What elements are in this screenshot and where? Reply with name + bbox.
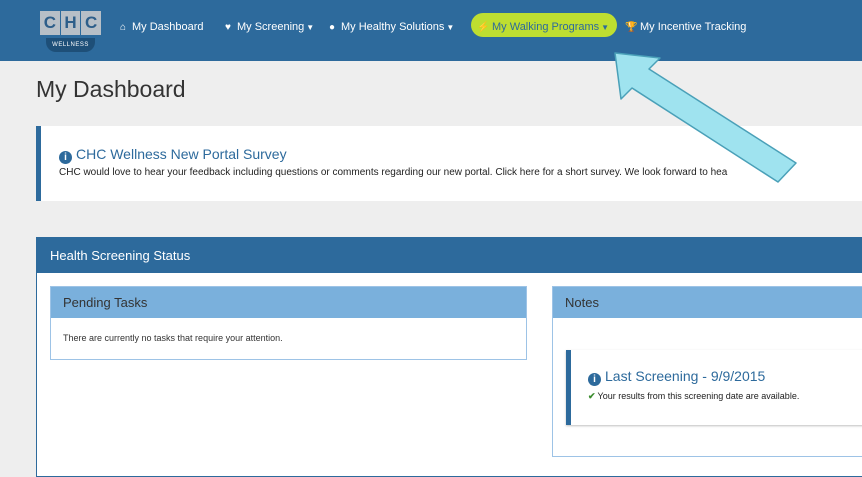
last-screening-desc-text: Your results from this screening date ar… <box>597 391 800 401</box>
nav-label: My Walking Programs <box>492 21 600 33</box>
pending-tasks-title: Pending Tasks <box>51 287 526 318</box>
logo-subtitle: WELLNESS <box>46 38 95 52</box>
check-icon: ✔ <box>588 391 596 401</box>
last-screening-card[interactable]: i Last Screening - 9/9/2015 ✔ Your results… <box>566 350 862 425</box>
nav-my-incentive-tracking[interactable]: 🏆 My Incentive Tracking <box>625 18 746 36</box>
caret-down-icon: ▼ <box>306 23 315 32</box>
alert-title[interactable]: i CHC Wellness New Portal Survey <box>59 146 287 164</box>
nav-my-dashboard[interactable]: ⌂ My Dashboard <box>117 18 204 36</box>
caret-down-icon: ▼ <box>446 23 455 32</box>
heart-icon: ♥ <box>225 22 231 33</box>
nav-label: My Screening <box>237 21 305 33</box>
notes-title: Notes <box>553 287 862 318</box>
health-screening-panel: Health Screening Status Pending Tasks Th… <box>36 237 862 477</box>
pending-tasks-panel: Pending Tasks There are currently no tas… <box>50 286 527 360</box>
alert-title-text: CHC Wellness New Portal Survey <box>76 146 287 162</box>
nav-label: My Healthy Solutions <box>341 21 445 33</box>
caret-down-icon: ▼ <box>601 23 610 32</box>
notes-panel: Notes i Last Screening - 9/9/2015 ✔ Your r… <box>552 286 862 457</box>
last-screening-title-text: Last Screening - 9/9/2015 <box>605 368 766 384</box>
last-screening-title[interactable]: i Last Screening - 9/9/2015 <box>588 368 765 386</box>
chc-wellness-logo[interactable]: C H C WELLNESS <box>40 11 102 55</box>
panel-title: Health Screening Status <box>37 238 862 273</box>
apple-icon: ● <box>328 22 336 33</box>
info-icon: i <box>588 373 601 386</box>
nav-label: My Incentive Tracking <box>640 21 747 33</box>
pending-tasks-text: There are currently no tasks that requir… <box>63 333 283 343</box>
annotation-arrow-icon <box>614 52 797 183</box>
info-icon: i <box>59 151 72 164</box>
home-icon: ⌂ <box>119 22 127 33</box>
nav-my-screening[interactable]: ♥ My Screening ▼ <box>222 18 314 36</box>
nav-my-walking-programs[interactable]: ⚡ My Walking Programs ▼ <box>477 18 609 36</box>
logo-letter: C <box>81 11 102 35</box>
footprints-icon: ⚡ <box>477 22 490 33</box>
logo-letter: H <box>60 11 81 35</box>
last-screening-desc: ✔ Your results from this screening date a… <box>588 391 799 402</box>
logo-letter: C <box>40 11 60 35</box>
trophy-icon: 🏆 <box>625 22 638 33</box>
nav-label: My Dashboard <box>132 21 204 33</box>
nav-my-healthy-solutions[interactable]: ● My Healthy Solutions ▼ <box>326 18 454 36</box>
page-title: My Dashboard <box>36 76 186 102</box>
